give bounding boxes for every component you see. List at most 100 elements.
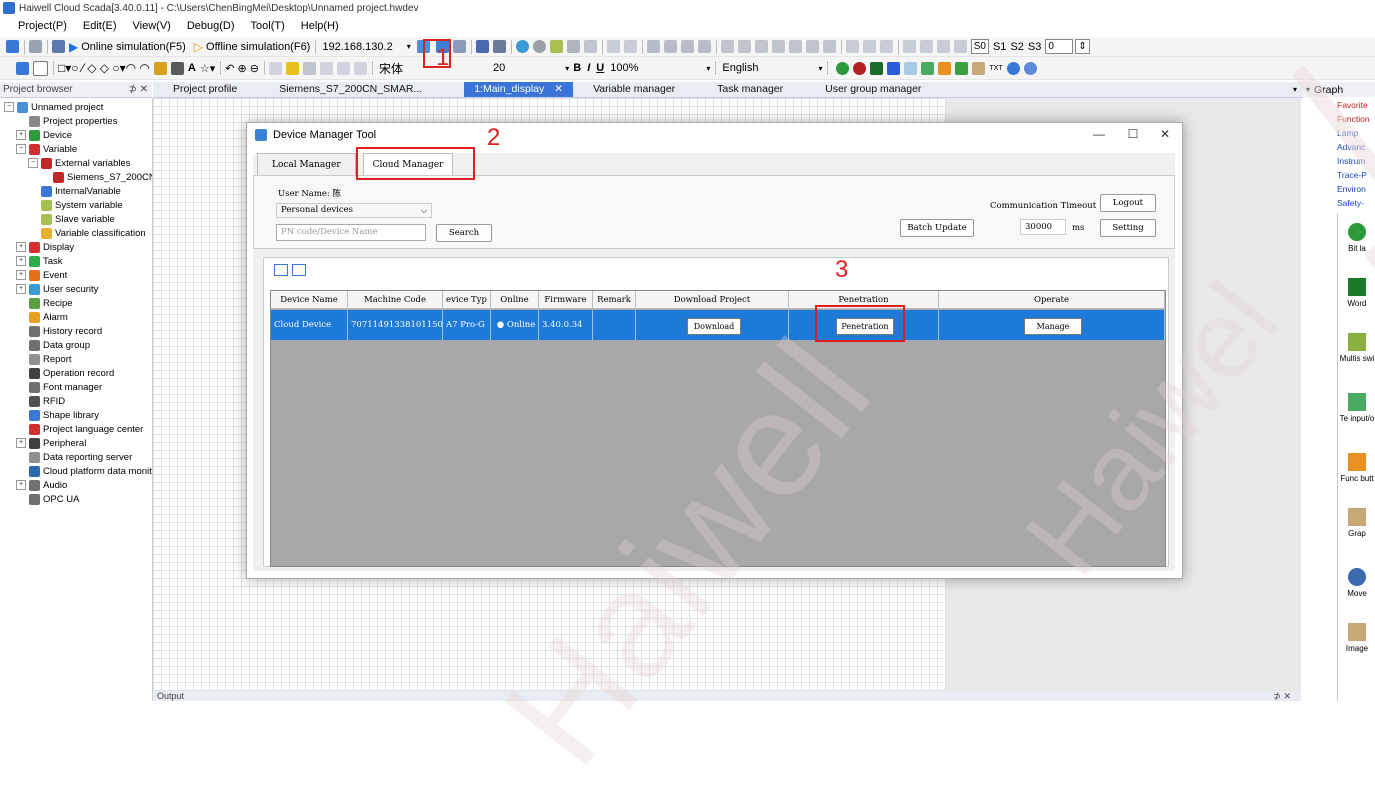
- online-simulation-button[interactable]: Online simulation(F5): [81, 41, 186, 53]
- graph-tile[interactable]: Grap: [1338, 508, 1375, 538]
- graph-panel-dropdown-icon[interactable]: ▾: [1306, 85, 1310, 94]
- table-cell-device-name[interactable]: Cloud Device: [271, 310, 348, 340]
- detail-view-icon[interactable]: [292, 264, 306, 276]
- paste-icon[interactable]: [583, 40, 597, 53]
- language-dropdown-icon[interactable]: ▾: [818, 64, 822, 73]
- tab-variable-manager[interactable]: Variable manager: [583, 82, 685, 97]
- align-top-icon[interactable]: [680, 40, 694, 53]
- input-icon[interactable]: [904, 61, 918, 75]
- state-number-input[interactable]: 0: [1045, 39, 1074, 54]
- tree-item[interactable]: RFID: [16, 394, 65, 408]
- tree-item[interactable]: Cloud platform data monito: [16, 464, 152, 478]
- align-right-icon[interactable]: [663, 40, 677, 53]
- tab-list-dropdown-icon[interactable]: ▾: [1293, 85, 1297, 94]
- state-spinner-icon[interactable]: ⇕: [1075, 39, 1090, 54]
- tool-icon-c[interactable]: [515, 40, 529, 53]
- table-header-cell[interactable]: Operate: [939, 291, 1165, 309]
- menu-view[interactable]: View(V): [133, 20, 171, 32]
- align-middle-icon[interactable]: [737, 40, 751, 53]
- tree-expander-icon[interactable]: +: [16, 438, 26, 448]
- draw-shapes-icons[interactable]: □▾○ ⁄ ◇ ◇ ○▾◠ ◠: [58, 61, 150, 75]
- ip-address-field[interactable]: 192.168.130.2: [322, 41, 392, 53]
- graph-tile[interactable]: Te input/o: [1338, 393, 1375, 423]
- pointer-icon[interactable]: [33, 60, 48, 76]
- ungroup-icon[interactable]: [623, 40, 637, 53]
- tree-item[interactable]: Alarm: [16, 310, 68, 324]
- same-height-icon[interactable]: [805, 40, 819, 53]
- table-cell-machine-code[interactable]: 7071149133810115017: [348, 310, 443, 340]
- upload-icon[interactable]: [452, 40, 466, 53]
- tree-item[interactable]: InternalVariable: [28, 184, 121, 198]
- font-size-dropdown-icon[interactable]: ▾: [565, 64, 569, 73]
- display-icon[interactable]: [921, 61, 935, 75]
- setting-button[interactable]: Setting: [1100, 219, 1156, 237]
- tree-item[interactable]: + Display: [16, 240, 74, 254]
- graph-tile[interactable]: Bit la: [1338, 223, 1375, 253]
- function-button-icon[interactable]: [938, 61, 952, 75]
- menu-help[interactable]: Help(H): [301, 20, 339, 32]
- compile-icon[interactable]: [52, 40, 65, 53]
- pin-close-icons[interactable]: ⊅ ✕: [128, 84, 148, 95]
- tab-project-profile[interactable]: Project profile: [163, 82, 247, 97]
- close-button[interactable]: ✕: [1155, 127, 1175, 141]
- fill-color-icon[interactable]: [268, 61, 282, 75]
- tab-user-group-manager[interactable]: User group manager: [815, 82, 931, 97]
- image-icon[interactable]: [972, 61, 986, 75]
- select-arrow-icon[interactable]: [16, 61, 29, 75]
- graph-category-item[interactable]: Advanc: [1337, 140, 1375, 154]
- button-icon[interactable]: [887, 61, 901, 75]
- graph-icon[interactable]: [955, 61, 969, 75]
- manage-button[interactable]: Manage: [1024, 318, 1082, 335]
- tool-icon-b[interactable]: [492, 40, 506, 53]
- tree-item[interactable]: Operation record: [16, 366, 114, 380]
- tree-item[interactable]: System variable: [28, 198, 123, 212]
- tree-expander-icon[interactable]: −: [16, 144, 26, 154]
- graph-tile[interactable]: Func butt: [1338, 453, 1375, 483]
- distribute-h-icon[interactable]: [754, 40, 768, 53]
- table-cell-firmware[interactable]: 3.40.0.34: [539, 310, 593, 340]
- graph-category-item[interactable]: Environ: [1337, 182, 1375, 196]
- line-style-icon[interactable]: [302, 61, 316, 75]
- tree-expander-icon[interactable]: +: [16, 480, 26, 490]
- graph-category-item[interactable]: Favorite: [1337, 98, 1375, 112]
- record-icon[interactable]: [853, 61, 867, 75]
- table-header-cell[interactable]: Online: [491, 291, 539, 309]
- offline-simulation-button[interactable]: Offline simulation(F6): [206, 41, 310, 53]
- txt-icon[interactable]: TXT: [989, 65, 1002, 72]
- tool-icon-a[interactable]: [475, 40, 489, 53]
- italic-button[interactable]: I: [587, 62, 590, 74]
- line-color-icon[interactable]: [285, 61, 299, 75]
- move-icon[interactable]: [1006, 61, 1020, 75]
- download-button[interactable]: Download: [687, 318, 741, 335]
- browser-icon[interactable]: [1023, 61, 1037, 75]
- align-left-icon[interactable]: [646, 40, 660, 53]
- table-cell-device-type[interactable]: A7 Pro-G: [443, 310, 491, 340]
- tree-item[interactable]: − Unnamed project: [4, 100, 103, 114]
- output-pin-close-icons[interactable]: ⊅ ✕: [1273, 691, 1291, 702]
- logout-button[interactable]: Logout: [1100, 194, 1156, 212]
- tab-main-display[interactable]: 1:Main_display ✕: [464, 82, 574, 97]
- chart-icon-a[interactable]: [902, 40, 916, 53]
- menu-tool[interactable]: Tool(T): [251, 20, 285, 32]
- font-family-select[interactable]: 宋体: [379, 60, 403, 77]
- search-input[interactable]: PN code/Device Name: [276, 224, 426, 241]
- tool-icon-d[interactable]: [549, 40, 563, 53]
- tree-item[interactable]: Recipe: [16, 296, 73, 310]
- tree-item[interactable]: Data reporting server: [16, 450, 132, 464]
- graph-tile[interactable]: Move: [1338, 568, 1375, 598]
- arrow-style-icon[interactable]: [353, 61, 367, 75]
- graph-tile[interactable]: Multis swi: [1338, 333, 1375, 363]
- align-bottom-icon[interactable]: [697, 40, 711, 53]
- help-icon[interactable]: [532, 40, 546, 53]
- zoom-dropdown-icon[interactable]: ▾: [706, 64, 710, 73]
- tree-expander-icon[interactable]: −: [4, 102, 14, 112]
- state-s2-button[interactable]: S2: [1010, 41, 1023, 53]
- tree-item[interactable]: Report: [16, 352, 72, 366]
- tree-expander-icon[interactable]: +: [16, 284, 26, 294]
- graph-category-item[interactable]: Function: [1337, 112, 1375, 126]
- lamp-icon[interactable]: [836, 61, 850, 75]
- chart-icon-d[interactable]: [953, 40, 967, 53]
- tab-close-icon[interactable]: ✕: [554, 83, 563, 95]
- group-icon[interactable]: [606, 40, 620, 53]
- chart-icon-c[interactable]: [936, 40, 950, 53]
